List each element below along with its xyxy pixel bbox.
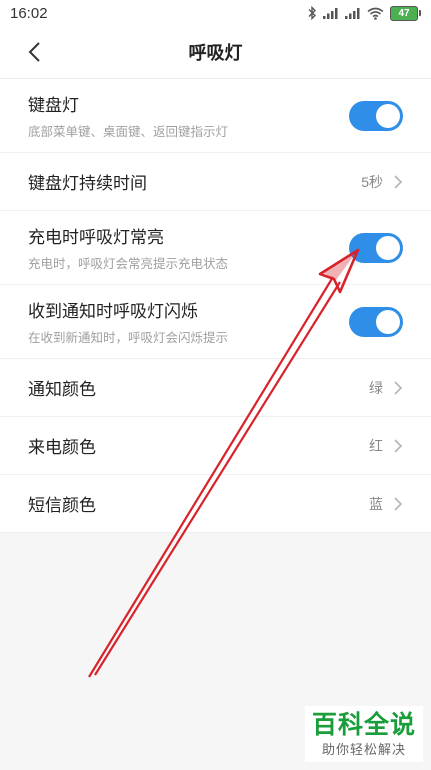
status-icons: 47 [307,5,421,21]
keyboard-light-toggle[interactable] [349,100,403,131]
setting-keyboard-light-duration[interactable]: 键盘灯持续时间 5秒 [0,153,431,211]
setting-value: 红 [369,437,383,454]
setting-title: 键盘灯 [28,96,79,115]
setting-notification-color[interactable]: 通知颜色 绿 [0,359,431,417]
chevron-right-icon [393,380,403,396]
setting-keyboard-light[interactable]: 键盘灯 底部菜单键、桌面键、返回键指示灯 [0,79,431,153]
page-title: 呼吸灯 [188,43,243,63]
signal-icon [345,7,361,19]
setting-title: 键盘灯持续时间 [28,174,147,193]
app-header: 呼吸灯 [0,26,431,79]
notification-blink-toggle[interactable] [349,306,403,337]
setting-title: 短信颜色 [28,496,96,515]
bluetooth-icon [307,6,317,20]
setting-title: 通知颜色 [28,380,96,399]
watermark-title: 百科全说 [311,710,416,739]
setting-value: 绿 [369,379,383,396]
setting-subtitle: 底部菜单键、桌面键、返回键指示灯 [28,125,229,139]
setting-call-color[interactable]: 来电颜色 红 [0,417,431,475]
status-time: 16:02 [10,4,48,22]
setting-sms-color[interactable]: 短信颜色 蓝 [0,475,431,533]
charging-light-toggle[interactable] [349,232,403,263]
battery-icon: 47 [390,5,421,21]
setting-subtitle: 充电时，呼吸灯会常亮提示充电状态 [28,257,229,271]
watermark-logo: 百科全说 助你轻松解决 [305,706,423,762]
chevron-right-icon [393,438,403,454]
setting-notification-blink[interactable]: 收到通知时呼吸灯闪烁 在收到新通知时，呼吸灯会闪烁提示 [0,285,431,359]
setting-title: 充电时呼吸灯常亮 [28,228,164,247]
setting-subtitle: 在收到新通知时，呼吸灯会闪烁提示 [28,331,229,345]
setting-value: 5秒 [361,173,383,190]
chevron-left-icon[interactable] [22,38,50,66]
chevron-right-icon [393,174,403,190]
setting-charging-breathing-light[interactable]: 充电时呼吸灯常亮 充电时，呼吸灯会常亮提示充电状态 [0,211,431,285]
watermark-subtitle: 助你轻松解决 [321,741,406,757]
setting-value: 蓝 [369,495,383,512]
status-bar: 16:02 47 [0,0,431,26]
wifi-icon [367,7,384,20]
chevron-right-icon [393,496,403,512]
setting-title: 来电颜色 [28,438,96,457]
setting-title: 收到通知时呼吸灯闪烁 [28,302,198,321]
signal-icon [323,7,339,19]
battery-level: 47 [390,5,418,21]
settings-list: 键盘灯 底部菜单键、桌面键、返回键指示灯 键盘灯持续时间 5秒 充电时呼吸灯常亮… [0,79,431,533]
